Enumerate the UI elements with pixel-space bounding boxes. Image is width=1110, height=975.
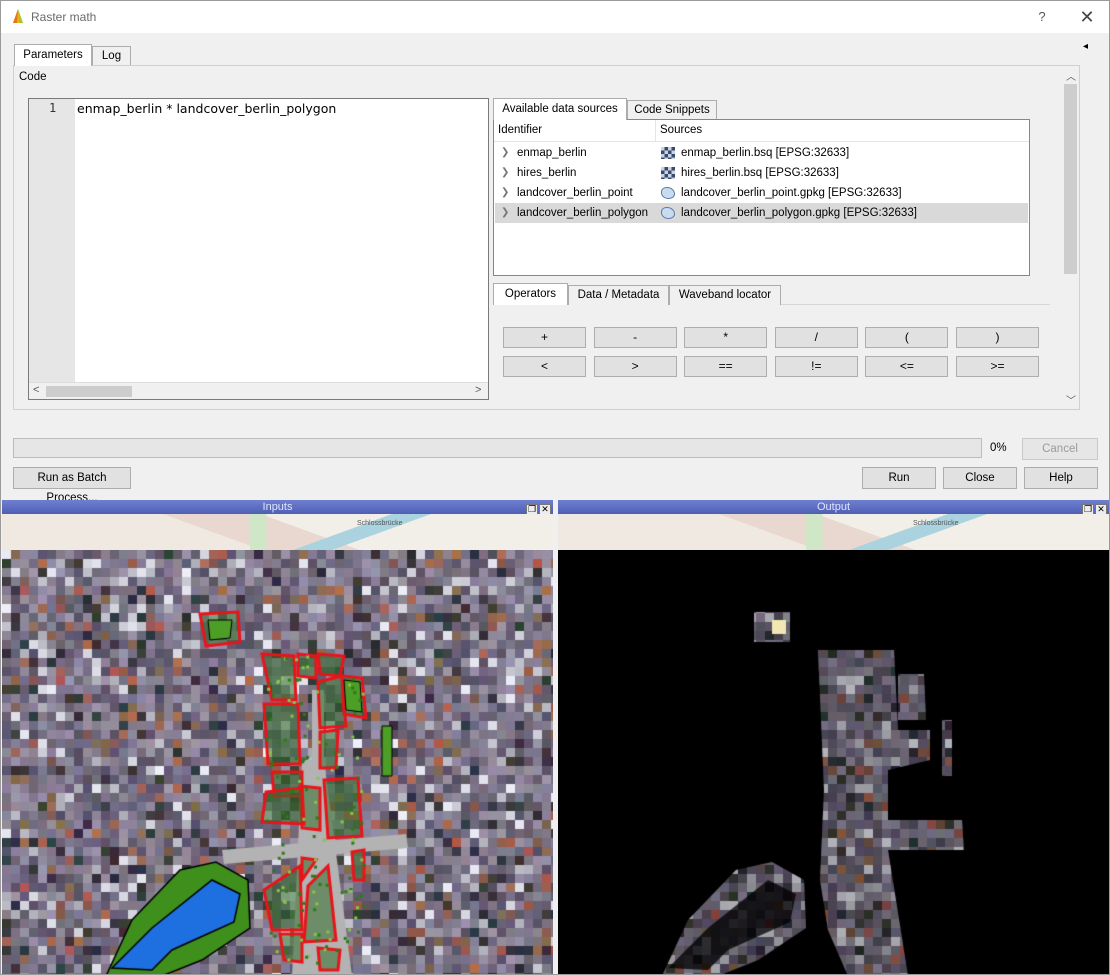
inputs-dock-title: Inputs [2,500,553,514]
tree-header: Identifier Sources [494,120,1029,142]
output-map-dock: Output ❐ ✕ Schlossbrücke [558,500,1109,974]
cancel-button[interactable]: Cancel [1022,438,1098,460]
expand-arrow-icon[interactable]: ❯ [501,183,509,203]
output-dock-title: Output [558,500,1109,514]
operator-minus-button[interactable]: - [593,327,677,348]
title-bar: Raster math ? ✕ [1,1,1109,33]
vscroll-thumb[interactable] [1064,84,1077,274]
operator-multiply-button[interactable]: * [684,327,768,348]
source-row[interactable]: ❯ enmap_berlin enmap_berlin.bsq [EPSG:32… [495,143,1028,163]
scroll-right-icon[interactable]: > [475,384,481,396]
tab-operators[interactable]: Operators [493,283,568,305]
raster-layer-icon [661,167,675,179]
identifier-header[interactable]: Identifier [498,124,542,136]
operator-less-equal-button[interactable]: <= [865,356,949,377]
parameters-panel: Code 1 enmap_berlin * landcover_berlin_p… [13,65,1080,410]
source-identifier: enmap_berlin [517,147,587,159]
qgis-app-icon [13,9,23,23]
vector-layer-icon [661,187,675,199]
context-help-button[interactable]: ? [1029,5,1055,29]
operator-open-paren-button[interactable]: ( [865,327,949,348]
code-hscrollbar[interactable]: < > [29,382,488,399]
tab-log[interactable]: Log [92,46,131,65]
help-button[interactable]: Help [1024,467,1098,489]
source-path: landcover_berlin_point.gpkg [EPSG:32633] [681,187,902,199]
tab-parameters[interactable]: Parameters [14,44,92,66]
hscroll-thumb[interactable] [46,386,132,397]
expand-arrow-icon[interactable]: ❯ [501,203,509,223]
map-street-label: Schlossbrücke [913,520,959,527]
data-sources-tree: Identifier Sources ❯ enmap_berlin enmap_… [493,119,1030,276]
run-as-batch-button[interactable]: Run as Batch Process... [13,467,131,504]
expand-arrow-icon[interactable]: ❯ [501,163,509,183]
scroll-down-icon[interactable]: ﹀ [1066,392,1076,407]
line-number: 1 [49,101,57,115]
map-street-label: Schlossbrücke [357,520,403,527]
source-path: enmap_berlin.bsq [EPSG:32633] [681,147,850,159]
inputs-title-text: Inputs [262,501,293,513]
expand-arrow-icon[interactable]: ❯ [501,143,509,163]
source-identifier: landcover_berlin_point [517,187,633,199]
inputs-map-dock: Inputs ❐ ✕ Schlossbrücke [2,500,553,974]
basemap-strip: Schlossbrücke [2,514,553,550]
sources-header[interactable]: Sources [660,124,702,136]
source-path: landcover_berlin_polygon.gpkg [EPSG:3263… [681,207,917,219]
operator-greater-equal-button[interactable]: >= [956,356,1039,377]
operator-greater-than-button[interactable]: > [593,356,677,377]
output-title-text: Output [816,501,851,513]
progress-text: 0% [990,442,1007,454]
tab-available-data-sources[interactable]: Available data sources [493,98,627,120]
tab-data-metadata[interactable]: Data / Metadata [568,285,669,305]
code-editor[interactable]: 1 enmap_berlin * landcover_berlin_polygo… [28,98,489,400]
scroll-up-icon[interactable]: ︿ [1066,68,1076,83]
operator-plus-button[interactable]: + [503,327,586,348]
operator-less-than-button[interactable]: < [503,356,586,377]
operator-close-paren-button[interactable]: ) [956,327,1039,348]
raster-layer-icon [661,147,675,159]
operator-divide-button[interactable]: / [774,327,858,348]
window-title: Raster math [31,10,97,24]
progress-bar [13,438,982,458]
vector-layer-icon [661,207,675,219]
window-close-button[interactable]: ✕ [1073,5,1101,29]
inputs-dock-buttons: ❐ ✕ [525,501,551,515]
source-row[interactable]: ❯ landcover_berlin_point landcover_berli… [495,183,1028,203]
operator-not-equals-button[interactable]: != [774,356,858,377]
scroll-left-icon[interactable]: < [33,384,39,396]
output-map-canvas[interactable] [558,550,1109,974]
parameters-vscrollbar[interactable]: ︿ ﹀ [1061,66,1079,409]
code-label: Code [19,71,47,83]
source-path: hires_berlin.bsq [EPSG:32633] [681,167,839,179]
tab-waveband-locator[interactable]: Waveband locator [669,285,781,305]
code-text[interactable]: enmap_berlin * landcover_berlin_polygon [77,101,336,116]
inputs-map-canvas[interactable] [2,550,553,974]
source-row[interactable]: ❯ landcover_berlin_polygon landcover_ber… [495,203,1028,223]
source-identifier: hires_berlin [517,167,577,179]
run-button[interactable]: Run [862,467,936,489]
operator-equals-button[interactable]: == [684,356,768,377]
source-row[interactable]: ❯ hires_berlin hires_berlin.bsq [EPSG:32… [495,163,1028,183]
collapse-panel-icon[interactable]: ◂ [1083,41,1088,52]
line-number-gutter: 1 [29,99,75,382]
close-button[interactable]: Close [943,467,1017,489]
raster-math-dialog: Raster math ? ✕ Parameters Log ◂ Code 1 … [0,0,1110,975]
tab-code-snippets[interactable]: Code Snippets [627,100,717,120]
source-identifier: landcover_berlin_polygon [517,207,649,219]
basemap-strip: Schlossbrücke [558,514,1109,550]
output-dock-buttons: ❐ ✕ [1081,501,1107,515]
